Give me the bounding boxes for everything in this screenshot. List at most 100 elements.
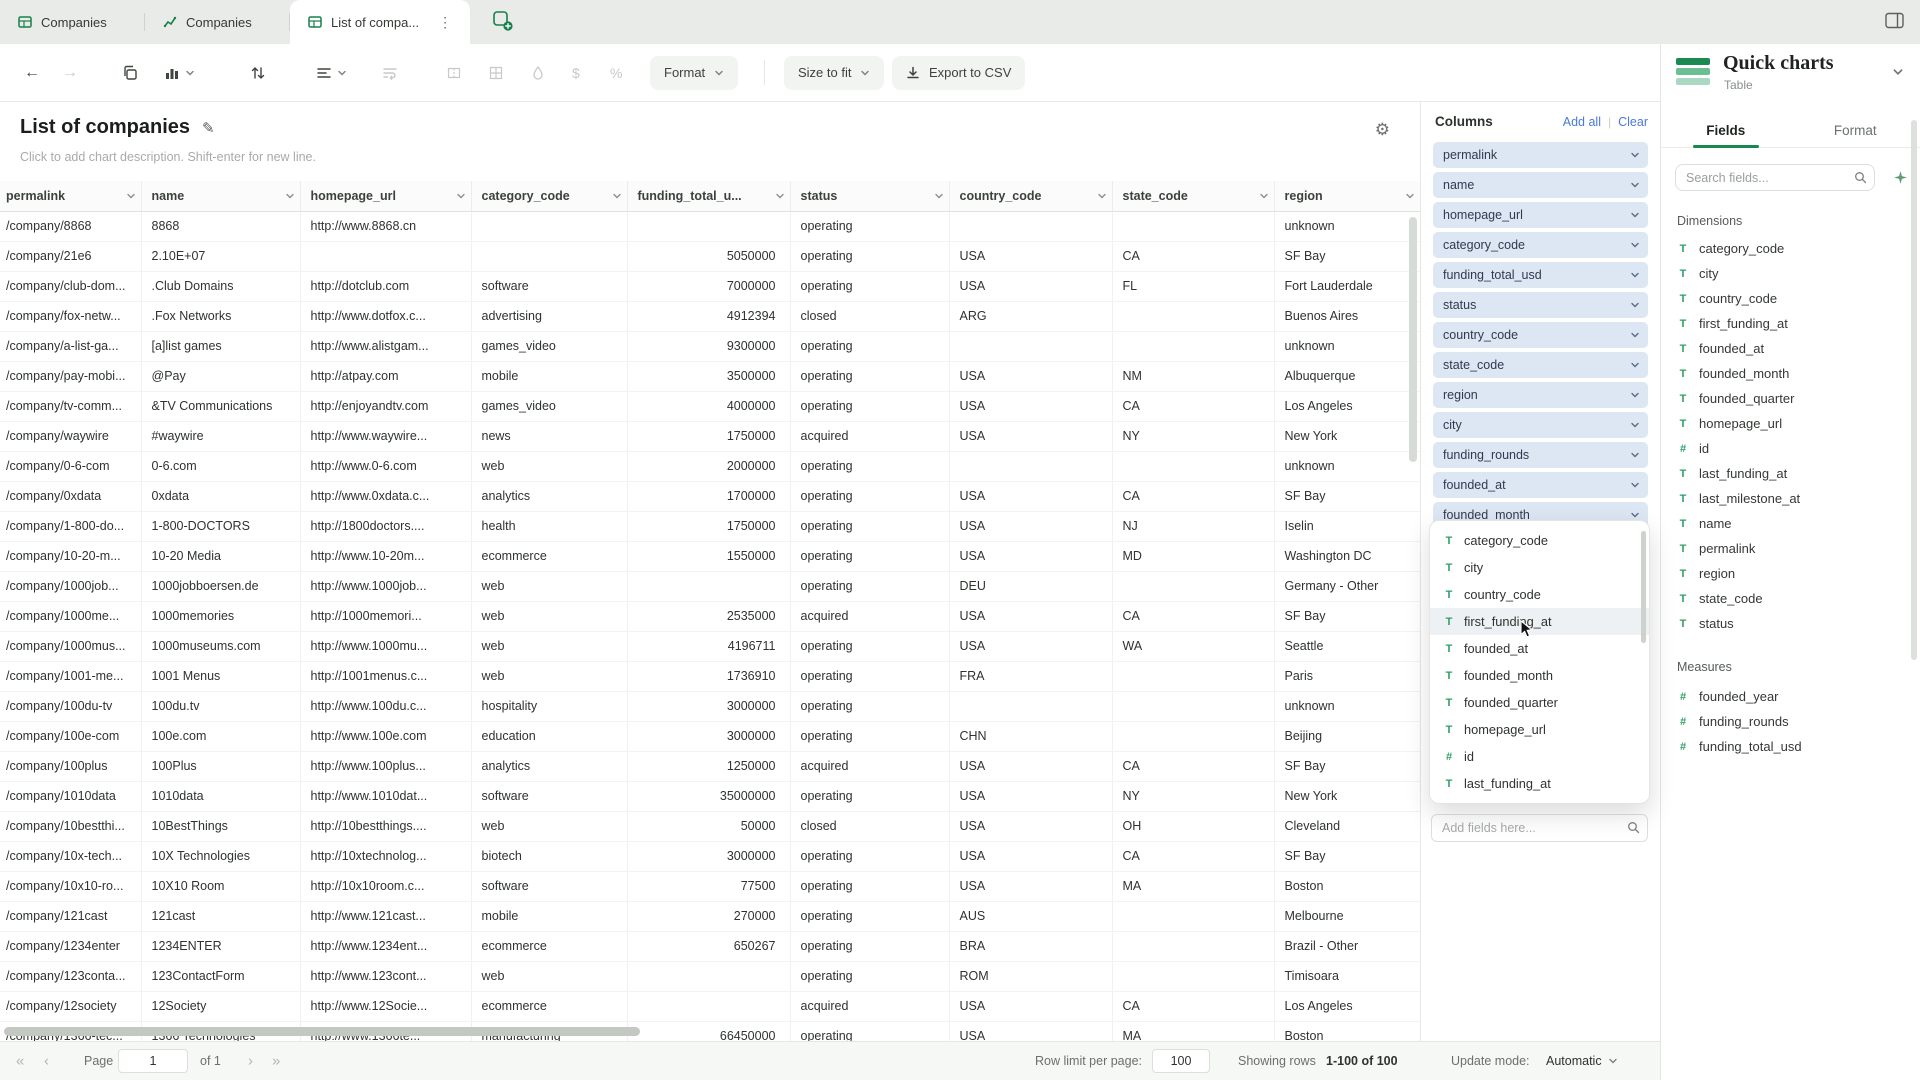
cell[interactable]: 1736910	[627, 661, 791, 692]
cell[interactable]: 1234ENTER	[141, 931, 301, 962]
alignment-button[interactable]	[316, 65, 347, 81]
cell[interactable]: /company/1234enter	[0, 931, 142, 962]
cell[interactable]: unknown	[1274, 331, 1420, 362]
cell[interactable]	[627, 961, 791, 992]
cell[interactable]: /company/12society	[0, 991, 142, 1022]
cell[interactable]: 9300000	[627, 331, 791, 362]
cell[interactable]	[949, 451, 1113, 482]
field-option-country-code[interactable]: Tcountry_code	[1430, 581, 1649, 608]
dimension-region[interactable]: Tregion	[1677, 561, 1908, 586]
column-pill-country-code[interactable]: country_code	[1433, 322, 1648, 348]
cell[interactable]: /company/121cast	[0, 901, 142, 932]
cell[interactable]: news	[471, 421, 628, 452]
cell[interactable]: /company/8868	[0, 211, 142, 242]
cell[interactable]: CA	[1112, 241, 1275, 272]
cell[interactable]: operating	[790, 901, 950, 932]
tab-companies-0[interactable]: Companies	[0, 0, 145, 44]
cell[interactable]: 4912394	[627, 301, 791, 332]
tab-list-of-compa-2[interactable]: List of compa... ⋮	[290, 0, 471, 44]
cell[interactable]: 10X10 Room	[141, 871, 301, 902]
cell[interactable]: .Club Domains	[141, 271, 301, 302]
field-option-founded-quarter[interactable]: Tfounded_quarter	[1430, 689, 1649, 716]
cell[interactable]: operating	[790, 871, 950, 902]
cell[interactable]: CA	[1112, 991, 1275, 1022]
borders-button[interactable]	[488, 65, 504, 81]
cell[interactable]: hospitality	[471, 691, 628, 722]
cell[interactable]: &TV Communications	[141, 391, 301, 422]
dropdown-scrollbar[interactable]	[1641, 531, 1646, 643]
cell[interactable]: 1250000	[627, 751, 791, 782]
cell[interactable]: 10-20 Media	[141, 541, 301, 572]
chevron-down-icon[interactable]	[126, 191, 136, 201]
cell[interactable]: 4000000	[627, 391, 791, 422]
cell[interactable]: web	[471, 631, 628, 662]
cell[interactable]: WA	[1112, 631, 1275, 662]
cell[interactable]: /company/100plus	[0, 751, 142, 782]
previous-page-button[interactable]: ‹	[44, 1053, 49, 1070]
column-pill-funding-rounds[interactable]: funding_rounds	[1433, 442, 1648, 468]
cell[interactable]: Seattle	[1274, 631, 1420, 662]
cell[interactable]: web	[471, 811, 628, 842]
column-header-permalink[interactable]: permalink	[0, 181, 142, 212]
column-pill-city[interactable]: city	[1433, 412, 1648, 438]
page-number-input[interactable]	[118, 1049, 188, 1073]
chevron-down-icon[interactable]	[456, 191, 466, 201]
cell[interactable]: USA	[949, 751, 1113, 782]
cell[interactable]: 100Plus	[141, 751, 301, 782]
cell[interactable]	[949, 211, 1113, 242]
cell[interactable]: games_video	[471, 331, 628, 362]
row-limit-input[interactable]	[1152, 1049, 1210, 1073]
cell[interactable]: web	[471, 961, 628, 992]
cell[interactable]: 2535000	[627, 601, 791, 632]
chevron-down-icon[interactable]	[1097, 191, 1107, 201]
cell[interactable]: /company/1000mus...	[0, 631, 142, 662]
cell[interactable]: http://www.0xdata.c...	[300, 481, 472, 512]
cell[interactable]: http://10x10room.c...	[300, 871, 472, 902]
dimension-city[interactable]: Tcity	[1677, 261, 1908, 286]
cell[interactable]: NY	[1112, 421, 1275, 452]
cell[interactable]: Fort Lauderdale	[1274, 271, 1420, 302]
cell[interactable]: 3000000	[627, 841, 791, 872]
cell[interactable]: operating	[790, 841, 950, 872]
cell[interactable]: DEU	[949, 571, 1113, 602]
cell[interactable]	[1112, 331, 1275, 362]
cell[interactable]: ecommerce	[471, 541, 628, 572]
cell[interactable]: http://www.121cast...	[300, 901, 472, 932]
cell[interactable]: operating	[790, 1021, 950, 1041]
cell[interactable]: 123ContactForm	[141, 961, 301, 992]
cell[interactable]: #waywire	[141, 421, 301, 452]
column-pill-founded-at[interactable]: founded_at	[1433, 472, 1648, 498]
format-button[interactable]: Format	[650, 55, 739, 90]
cell[interactable]: CA	[1112, 751, 1275, 782]
cell[interactable]: 50000	[627, 811, 791, 842]
cell[interactable]: operating	[790, 931, 950, 962]
cell[interactable]: USA	[949, 991, 1113, 1022]
cell[interactable]: NJ	[1112, 511, 1275, 542]
cell[interactable]: USA	[949, 361, 1113, 392]
collapse-panel-icon[interactable]	[1892, 66, 1904, 78]
cell[interactable]: /company/10x-tech...	[0, 841, 142, 872]
cell[interactable]: ARG	[949, 301, 1113, 332]
table-horizontal-scrollbar[interactable]	[4, 1027, 640, 1036]
dimension-id[interactable]: # id	[1677, 436, 1908, 461]
table-vertical-scrollbar[interactable]	[1409, 217, 1417, 462]
cell[interactable]	[1112, 451, 1275, 482]
cell[interactable]: http://www.10-20m...	[300, 541, 472, 572]
cell[interactable]: /company/100du-tv	[0, 691, 142, 722]
field-option-homepage-url[interactable]: Thomepage_url	[1430, 716, 1649, 743]
cell[interactable]: Cleveland	[1274, 811, 1420, 842]
column-header-status[interactable]: status	[790, 181, 950, 212]
cell[interactable]: 100e.com	[141, 721, 301, 752]
cell[interactable]: operating	[790, 331, 950, 362]
cell[interactable]: USA	[949, 511, 1113, 542]
cell[interactable]: /company/100e-com	[0, 721, 142, 752]
cell[interactable]: http://dotclub.com	[300, 271, 472, 302]
cell[interactable]: /company/0-6-com	[0, 451, 142, 482]
cell[interactable]: USA	[949, 601, 1113, 632]
dimension-founded-month[interactable]: Tfounded_month	[1677, 361, 1908, 386]
cell[interactable]: analytics	[471, 481, 628, 512]
cell[interactable]	[471, 211, 628, 242]
add-fields-input[interactable]	[1431, 814, 1648, 842]
tab-format[interactable]: Format	[1791, 114, 1920, 147]
cell[interactable]: web	[471, 451, 628, 482]
